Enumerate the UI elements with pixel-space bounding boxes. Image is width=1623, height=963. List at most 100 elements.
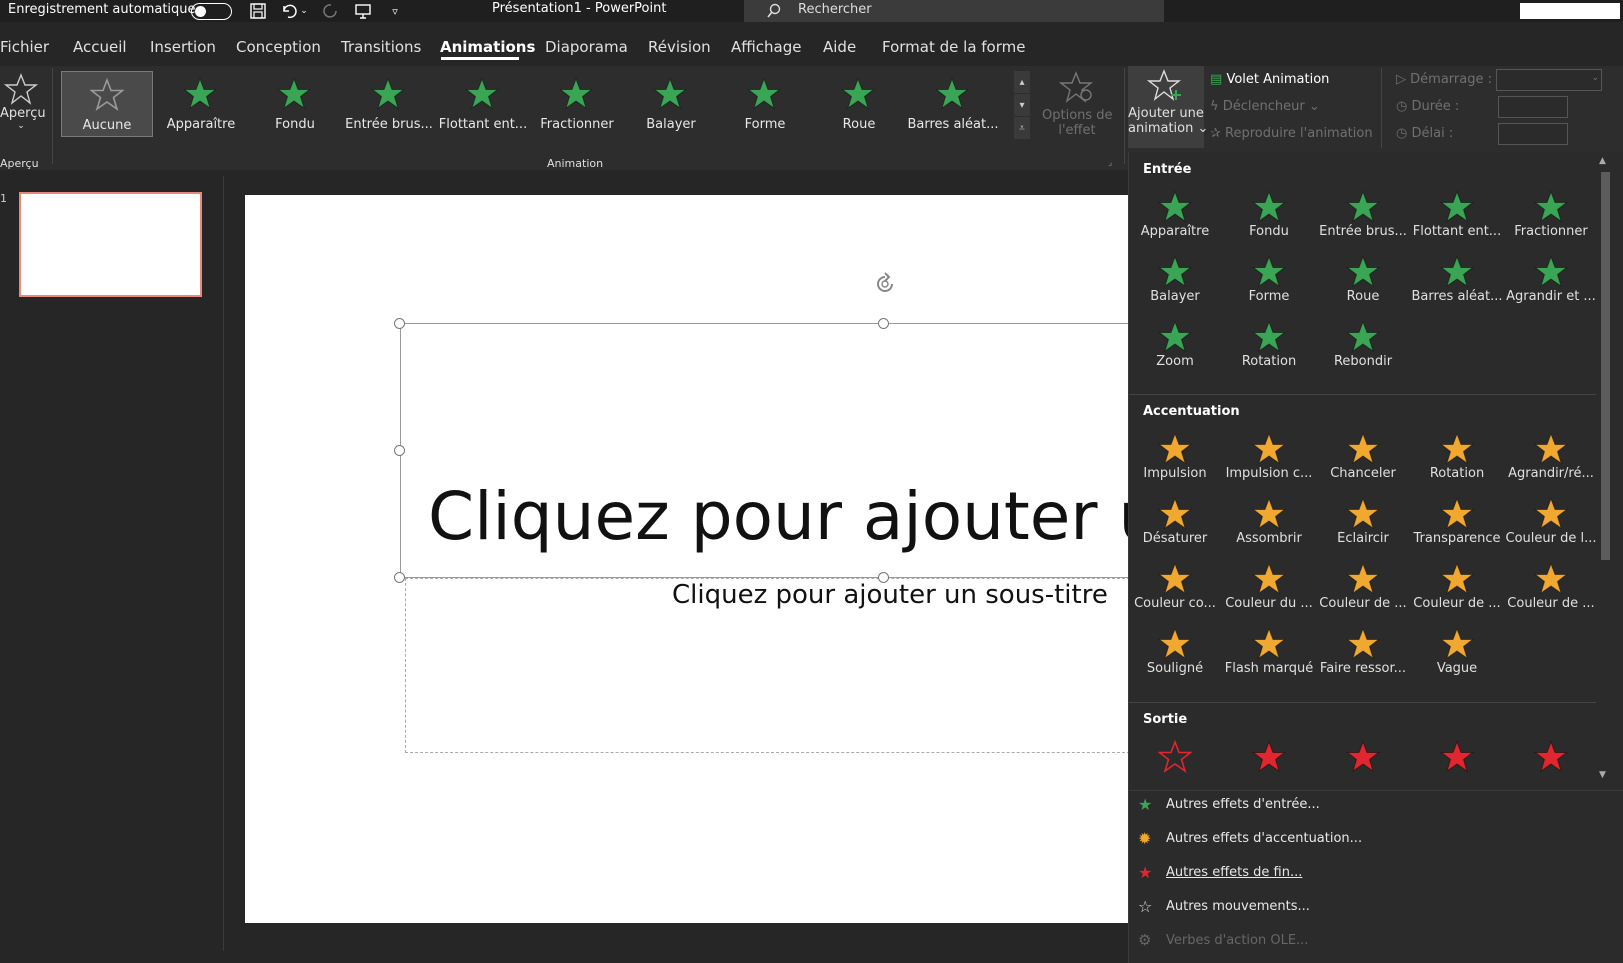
gallery-scroll-up[interactable]: ▴ (1014, 71, 1030, 93)
tab-format-forme[interactable]: Format de la forme (882, 38, 1025, 56)
effect-forme[interactable]: Forme (1223, 251, 1315, 313)
more-exit-effects[interactable]: Autres effets de fin... (1166, 865, 1302, 880)
add-animation-button[interactable]: Ajouter une animation ⌄ (1128, 66, 1208, 148)
effect-rebondir[interactable]: Rebondir (1317, 316, 1409, 378)
slide-thumbnail[interactable] (19, 192, 202, 297)
pane-divider[interactable] (223, 176, 224, 951)
effect-impulsion-c[interactable]: Impulsion c... (1223, 428, 1315, 490)
effect-label: Agrandir/ré... (1508, 466, 1594, 481)
tab-diaporama[interactable]: Diaporama (545, 38, 628, 56)
more-entrance-effects[interactable]: Autres effets d'entrée... (1166, 797, 1320, 812)
resize-handle[interactable] (878, 318, 889, 329)
tab-affichage[interactable]: Affichage (731, 38, 801, 56)
gallery-scroll-down[interactable]: ▾ (1014, 94, 1030, 116)
gallery-item-aucune[interactable]: Aucune (61, 71, 153, 137)
gallery-item-flottant-ent[interactable]: Flottant ent... (437, 71, 529, 137)
effect-roue[interactable]: Roue (1317, 251, 1409, 313)
effect-rotation[interactable]: Rotation (1223, 316, 1315, 378)
tab-accueil[interactable]: Accueil (73, 38, 127, 56)
effect-agrandir-et[interactable]: Agrandir et ... (1505, 251, 1597, 313)
exit-effect[interactable] (1129, 736, 1221, 776)
gallery-more[interactable]: ⩡ (1014, 117, 1030, 139)
resize-handle[interactable] (394, 445, 405, 456)
tab-conception[interactable]: Conception (236, 38, 321, 56)
effect-flash-marque[interactable]: Flash marqué (1223, 623, 1315, 685)
undo-icon[interactable] (278, 1, 300, 21)
resize-handle[interactable] (394, 572, 405, 583)
more-emphasis-effects[interactable]: Autres effets d'accentuation... (1166, 831, 1362, 846)
preview-label: Aperçu (0, 106, 46, 121)
effect-couleur-de[interactable]: Couleur de ... (1411, 558, 1503, 620)
tab-insertion[interactable]: Insertion (150, 38, 216, 56)
effect-barres-aleat[interactable]: Barres aléat... (1411, 251, 1503, 313)
effect-entree-brus[interactable]: Entrée brus... (1317, 186, 1409, 248)
customize-qat-icon[interactable]: ▿ (384, 1, 406, 21)
effect-couleur-de[interactable]: Couleur de ... (1317, 558, 1409, 620)
animation-painter-button[interactable]: ✰ Reproduire l'animation (1210, 126, 1373, 141)
scroll-up-icon[interactable]: ▲ (1599, 156, 1606, 166)
effect-agrandir-re[interactable]: Agrandir/ré... (1505, 428, 1597, 490)
resize-handle[interactable] (878, 572, 889, 583)
effect-couleur-de[interactable]: Couleur de ... (1505, 558, 1597, 620)
tab-fichier[interactable]: Fichier (0, 38, 49, 56)
effect-chanceler[interactable]: Chanceler (1317, 428, 1409, 490)
effect-transparence[interactable]: Transparence (1411, 493, 1503, 555)
exit-effect[interactable] (1223, 736, 1315, 776)
duration-spinner[interactable] (1498, 96, 1568, 118)
resize-handle[interactable] (394, 318, 405, 329)
gallery-item-roue[interactable]: Roue (813, 71, 905, 137)
star-icon (1440, 432, 1474, 465)
effect-balayer[interactable]: Balayer (1129, 251, 1221, 313)
preview-button[interactable]: Aperçu ⌄ (0, 70, 46, 144)
effect-options-button[interactable]: Options de l'effet (1042, 70, 1113, 146)
effect-couleur-co[interactable]: Couleur co... (1129, 558, 1221, 620)
effect-apparaitre[interactable]: Apparaître (1129, 186, 1221, 248)
start-select[interactable]: ⌄ (1496, 69, 1602, 91)
exit-effect[interactable] (1317, 736, 1409, 776)
effect-desaturer[interactable]: Désaturer (1129, 493, 1221, 555)
effect-faire-ressor[interactable]: Faire ressor... (1317, 623, 1409, 685)
gallery-item-apparaitre[interactable]: Apparaître (155, 71, 247, 137)
gallery-item-entree-brus[interactable]: Entrée brus... (343, 71, 435, 137)
tab-animations[interactable]: Animations (440, 38, 535, 56)
effect-flottant-ent[interactable]: Flottant ent... (1411, 186, 1503, 248)
scroll-down-icon[interactable]: ▼ (1599, 770, 1606, 780)
effect-couleur-de-l[interactable]: Couleur de l... (1505, 493, 1597, 555)
more-motion-paths[interactable]: Autres mouvements... (1166, 899, 1310, 914)
search-box[interactable]: Rechercher (744, 0, 1164, 22)
dropdown-scroll-thumb[interactable] (1601, 172, 1610, 560)
effect-rotation[interactable]: Rotation (1411, 428, 1503, 490)
tab-aide[interactable]: Aide (823, 38, 856, 56)
gallery-item-balayer[interactable]: Balayer (625, 71, 717, 137)
trigger-button[interactable]: ϟ Déclencheur ⌄ (1210, 99, 1320, 114)
effect-assombrir[interactable]: Assombrir (1223, 493, 1315, 555)
account-area[interactable] (1520, 3, 1620, 19)
save-icon[interactable] (247, 1, 269, 21)
tab-revision[interactable]: Révision (648, 38, 711, 56)
effect-vague[interactable]: Vague (1411, 623, 1503, 685)
animation-pane-button[interactable]: ▤ Volet Animation (1210, 72, 1329, 87)
effect-zoom[interactable]: Zoom (1129, 316, 1221, 378)
effect-fractionner[interactable]: Fractionner (1505, 186, 1597, 248)
gallery-item-label: Roue (842, 117, 876, 132)
gallery-item-barres-aleat[interactable]: Barres aléat... (907, 71, 999, 137)
gallery-item-forme[interactable]: Forme (719, 71, 811, 137)
undo-dropdown-icon[interactable]: ⌄ (298, 1, 310, 21)
effect-eclaircir[interactable]: Éclaircir (1317, 493, 1409, 555)
exit-effect[interactable] (1505, 736, 1597, 776)
tab-transitions[interactable]: Transitions (341, 38, 421, 56)
effect-impulsion[interactable]: Impulsion (1129, 428, 1221, 490)
present-icon[interactable] (352, 1, 374, 21)
exit-effect[interactable] (1411, 736, 1503, 776)
redo-icon[interactable] (320, 1, 342, 21)
rotate-handle-icon[interactable] (872, 271, 898, 297)
effect-couleur-du[interactable]: Couleur du ... (1223, 558, 1315, 620)
gallery-item-fractionner[interactable]: Fractionner (531, 71, 623, 137)
effect-fondu[interactable]: Fondu (1223, 186, 1315, 248)
delay-spinner[interactable] (1498, 123, 1568, 145)
gallery-item-fondu[interactable]: Fondu (249, 71, 341, 137)
autosave-toggle[interactable] (191, 3, 232, 20)
dialog-launcher-icon[interactable]: ⌟ (1108, 158, 1112, 168)
effect-souligne[interactable]: Souligné (1129, 623, 1221, 685)
ole-action-verbs[interactable]: Verbes d'action OLE... (1166, 933, 1308, 948)
